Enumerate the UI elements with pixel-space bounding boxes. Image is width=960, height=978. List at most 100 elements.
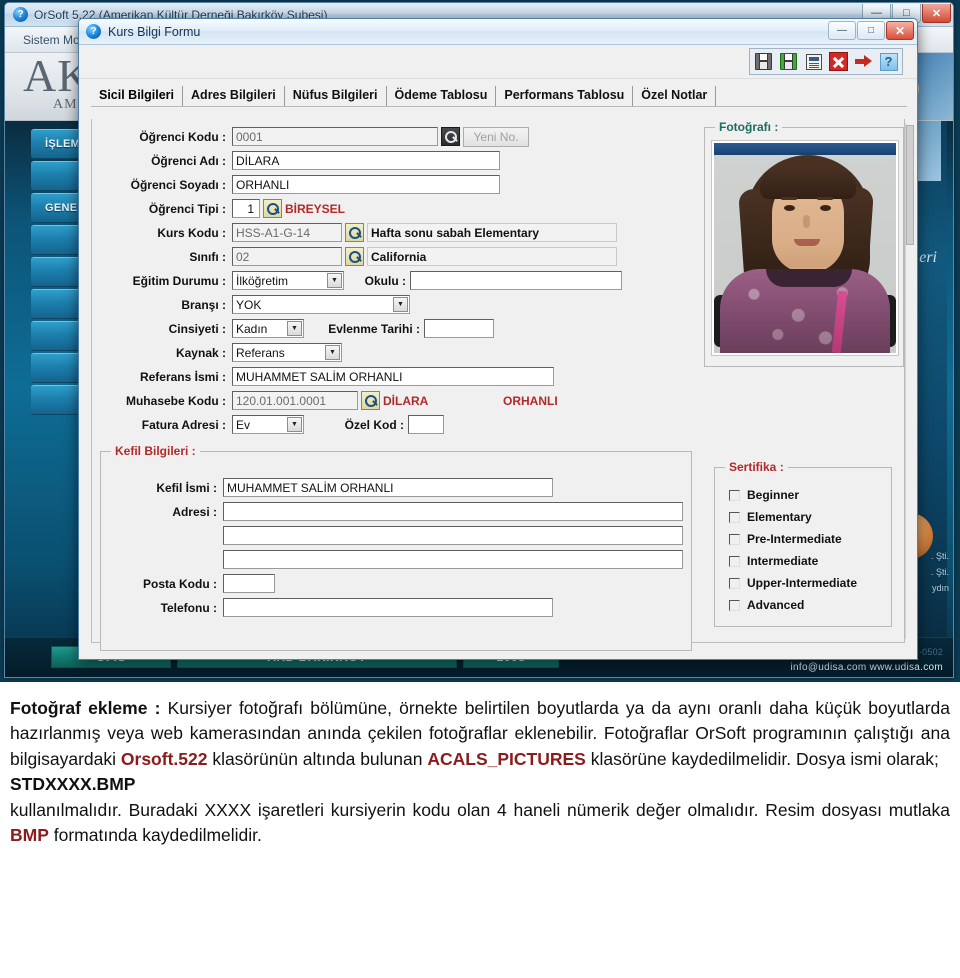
row-telefonu: Telefonu : — [109, 598, 553, 617]
exit-button[interactable] — [852, 50, 875, 73]
tab-ozel-notlar[interactable]: Özel Notlar — [633, 86, 717, 106]
row-kaynak: Kaynak : Referans ▼ — [102, 343, 342, 362]
delete-button[interactable] — [827, 50, 850, 73]
tab-nufus-bilgileri[interactable]: Nüfus Bilgileri — [285, 86, 387, 106]
caption-filename: STDXXXX.BMP — [10, 774, 136, 795]
save-green-button[interactable] — [777, 50, 800, 73]
toolbar-button-group[interactable]: ? — [749, 48, 903, 75]
chevron-down-icon[interactable]: ▼ — [393, 297, 408, 312]
tab-adres-bilgileri[interactable]: Adres Bilgileri — [183, 86, 285, 106]
label-telefonu: Telefonu : — [160, 600, 217, 615]
input-referans-ismi[interactable]: MUHAMMET SALİM ORHANLI — [232, 367, 554, 386]
label-fatura-adresi: Fatura Adresi : — [141, 417, 226, 432]
right-note-2: . Şti. — [930, 567, 949, 577]
select-kaynak[interactable]: Referans ▼ — [232, 343, 342, 362]
yeni-no-button[interactable]: Yeni No. — [463, 126, 529, 147]
input-telefonu[interactable] — [223, 598, 553, 617]
input-ogrenci-tipi[interactable]: 1 — [232, 199, 260, 218]
input-ogrenci-soyadi[interactable]: ORHANLI — [232, 175, 500, 194]
caption-paragraph-1: Fotoğraf ekleme : Kursiyer fotoğrafı böl… — [10, 696, 950, 772]
chevron-down-icon[interactable]: ▼ — [325, 345, 340, 360]
close-button[interactable]: ✕ — [922, 4, 951, 23]
dialog-titlebar[interactable]: ? Kurs Bilgi Formu — □ ✕ — [79, 19, 917, 45]
tab-sicil-bilgileri[interactable]: Sicil Bilgileri — [91, 86, 184, 106]
chevron-down-icon[interactable]: ▼ — [287, 321, 302, 336]
caption-p1b: klasörünün altında bulunan — [207, 748, 428, 769]
input-ogrenci-kodu[interactable]: 0001 — [232, 127, 438, 146]
label-kefil-ismi: Kefil İsmi : — [156, 480, 217, 495]
input-okulu[interactable] — [410, 271, 622, 290]
select-egitim-durumu[interactable]: İlköğretim ▼ — [232, 271, 344, 290]
report-button[interactable] — [802, 50, 825, 73]
lookup-sinifi-icon[interactable] — [345, 247, 364, 266]
checkbox-row-beginner[interactable]: Beginner — [729, 486, 799, 504]
dialog-window-controls[interactable]: — □ ✕ — [827, 21, 914, 40]
checkbox-elementary-icon[interactable] — [729, 511, 740, 523]
caption-heading: Fotoğraf ekleme : — [10, 698, 161, 718]
checkbox-beginner-icon[interactable] — [729, 489, 740, 501]
label-posta-kodu: Posta Kodu : — [143, 576, 217, 591]
checkbox-pre-intermediate-icon[interactable] — [729, 533, 740, 545]
input-sinifi[interactable]: 02 — [232, 247, 342, 266]
label-kurs-kodu: Kurs Kodu : — [157, 225, 226, 240]
checkbox-row-pre-intermediate[interactable]: Pre-Intermediate — [729, 530, 842, 548]
exit-arrow-icon — [855, 54, 872, 69]
input-kefil-adresi-3[interactable] — [223, 550, 683, 569]
right-note-3: ydın — [931, 583, 949, 593]
row-kefil-adresi-3 — [109, 550, 683, 569]
desc-sinifi: California — [367, 247, 617, 266]
label-intermediate: Intermediate — [747, 554, 819, 568]
checkbox-row-intermediate[interactable]: Intermediate — [729, 552, 818, 570]
input-kefil-adresi-1[interactable] — [223, 502, 683, 521]
checkbox-intermediate-icon[interactable] — [729, 555, 740, 567]
row-referans-ismi: Referans İsmi : MUHAMMET SALİM ORHANLI — [102, 367, 554, 386]
input-kefil-adresi-2[interactable] — [223, 526, 683, 545]
checkbox-row-advanced[interactable]: Advanced — [729, 596, 804, 614]
scrollbar-thumb[interactable] — [906, 125, 914, 245]
desc-kurs-kodu: Hafta sonu sabah Elementary — [367, 223, 617, 242]
checkbox-upper-intermediate-icon[interactable] — [729, 577, 740, 589]
help-button[interactable]: ? — [877, 50, 900, 73]
tab-performans-tablosu[interactable]: Performans Tablosu — [496, 86, 634, 106]
label-muhasebe-kodu: Muhasebe Kodu : — [125, 393, 226, 408]
dialog-close-button[interactable]: ✕ — [886, 21, 914, 40]
tab-odeme-tablosu[interactable]: Ödeme Tablosu — [387, 86, 497, 106]
lookup-ogrenci-kodu-icon[interactable] — [441, 127, 460, 146]
row-cinsiyeti: Cinsiyeti : Kadın ▼ Evlenme Tarihi : — [102, 319, 494, 338]
label-sinifi: Sınıfı : — [189, 249, 226, 264]
lookup-muhasebe-kodu-icon[interactable] — [361, 391, 380, 410]
label-cinsiyeti: Cinsiyeti : — [168, 321, 226, 336]
right-note-1: . Şti. — [930, 551, 949, 561]
input-kurs-kodu[interactable]: HSS-A1-G-14 — [232, 223, 342, 242]
chevron-down-icon[interactable]: ▼ — [327, 273, 342, 288]
input-ozel-kod[interactable] — [408, 415, 444, 434]
checkbox-row-upper-intermediate[interactable]: Upper-Intermediate — [729, 574, 857, 592]
row-ogrenci-soyadi: Öğrenci Soyadı : ORHANLI — [102, 175, 500, 194]
dialog-toolbar[interactable]: ? — [79, 45, 917, 79]
kurs-bilgi-formu-dialog[interactable]: ? Kurs Bilgi Formu — □ ✕ ? Sicil Bilgile… — [78, 18, 918, 660]
checkbox-row-elementary[interactable]: Elementary — [729, 508, 812, 526]
label-ogrenci-adi: Öğrenci Adı : — [151, 153, 226, 168]
input-ogrenci-adi[interactable]: DİLARA — [232, 151, 500, 170]
save-gray-button[interactable] — [752, 50, 775, 73]
lookup-kurs-kodu-icon[interactable] — [345, 223, 364, 242]
checkbox-advanced-icon[interactable] — [729, 599, 740, 611]
chevron-down-icon[interactable]: ▼ — [287, 417, 302, 432]
input-kefil-ismi[interactable]: MUHAMMET SALİM ORHANLI — [223, 478, 553, 497]
tab-strip[interactable]: Sicil Bilgileri Adres Bilgileri Nüfus Bi… — [91, 81, 907, 107]
student-photo-frame[interactable] — [711, 140, 899, 356]
caption-paragraph-2: kullanılmalıdır. Buradaki XXXX işaretler… — [10, 798, 950, 849]
input-evlenme-tarihi[interactable] — [424, 319, 494, 338]
form-scrollbar[interactable] — [905, 123, 914, 639]
dialog-maximize-button[interactable]: □ — [857, 21, 885, 40]
dialog-minimize-button[interactable]: — — [828, 21, 856, 40]
input-posta-kodu[interactable] — [223, 574, 275, 593]
caption-p1c: klasörüne kaydedilmelidir. Dosya ismi ol… — [585, 748, 939, 769]
select-cinsiyeti[interactable]: Kadın ▼ — [232, 319, 304, 338]
row-kefil-ismi: Kefil İsmi : MUHAMMET SALİM ORHANLI — [109, 478, 553, 497]
lookup-ogrenci-tipi-icon[interactable] — [263, 199, 282, 218]
select-bransi[interactable]: YOK ▼ — [232, 295, 410, 314]
row-ogrenci-kodu: Öğrenci Kodu : 0001 Yeni No. — [102, 126, 529, 147]
input-muhasebe-kodu[interactable]: 120.01.001.0001 — [232, 391, 358, 410]
select-fatura-adresi[interactable]: Ev ▼ — [232, 415, 304, 434]
